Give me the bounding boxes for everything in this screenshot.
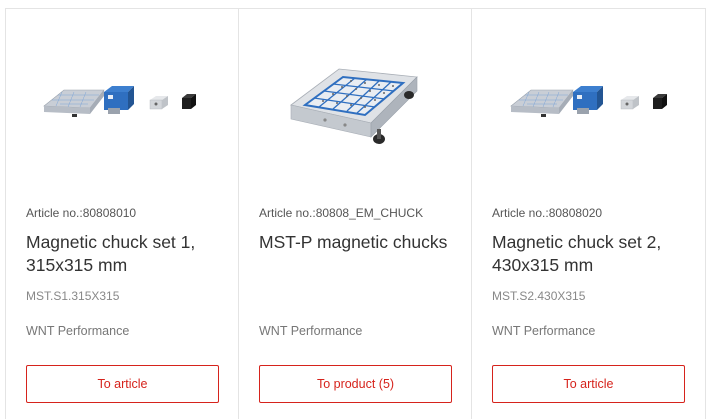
product-brand: WNT Performance — [259, 324, 363, 338]
product-card: Article no.:80808010 Magnetic chuck set … — [5, 8, 239, 419]
product-grid: Article no.:80808010 Magnetic chuck set … — [5, 8, 706, 419]
product-brand: WNT Performance — [26, 324, 130, 338]
magnetic-chuck-set-image[interactable] — [6, 9, 238, 199]
product-brand: WNT Performance — [492, 324, 596, 338]
to-product-button[interactable]: To product (5) — [259, 365, 452, 403]
article-number: Article no.:80808010 — [26, 206, 137, 220]
product-code: MST.S1.315X315 — [26, 289, 120, 303]
product-title[interactable]: Magnetic chuck set 2, 430x315 mm — [492, 231, 692, 277]
product-card: Article no.:80808020 Magnetic chuck set … — [471, 8, 706, 419]
product-title[interactable]: Magnetic chuck set 1, 315x315 mm — [26, 231, 226, 277]
product-title[interactable]: MST-P magnetic chucks — [259, 231, 459, 254]
article-number: Article no.:80808_EM_CHUCK — [259, 206, 424, 220]
product-code: MST.S2.430X315 — [492, 289, 586, 303]
to-article-button[interactable]: To article — [26, 365, 219, 403]
product-card: Article no.:80808_EM_CHUCK MST-P magneti… — [238, 8, 472, 419]
to-article-button[interactable]: To article — [492, 365, 685, 403]
magnetic-chuck-set-image[interactable] — [472, 9, 705, 199]
article-number: Article no.:80808020 — [492, 206, 603, 220]
magnetic-chuck-image[interactable] — [239, 9, 471, 199]
